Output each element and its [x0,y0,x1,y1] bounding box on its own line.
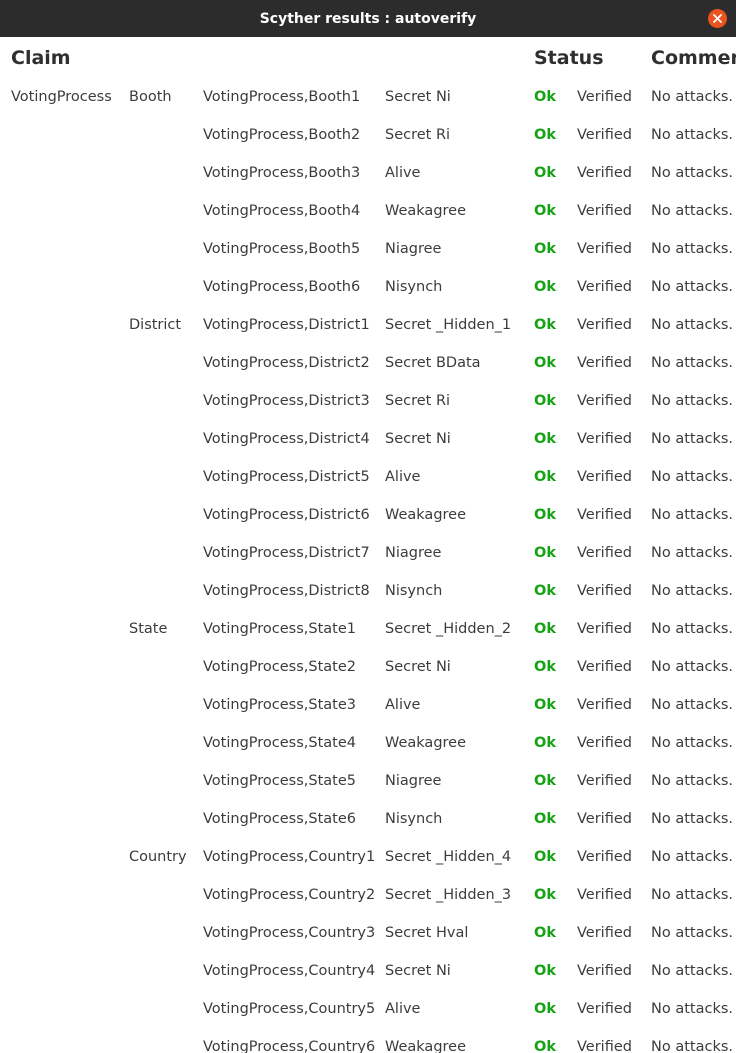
table-row[interactable]: VotingProcess,State5 Niagree Ok Verified No … [0,721,736,789]
title-bar[interactable]: Scyther results : autoverify [0,0,736,37]
table-row[interactable]: VotingProcess,State2 Secret Ni Ok Verified N… [0,607,736,675]
table-row[interactable]: VotingProcess,Booth5 Niagree Ok Verified No … [0,189,736,257]
table-row[interactable]: VotingProcess,State3 Alive Ok Verified No at… [0,645,736,713]
table-row[interactable]: VotingProcess,District2 Secret BData Ok Ver… [0,303,736,371]
table-row[interactable]: VotingProcess,Country2 Secret _Hidden_3 Ok… [0,835,736,903]
close-button[interactable] [708,9,727,28]
results-table: Claim Status Commer VotingProcess Booth Vo… [0,37,736,1053]
table-row[interactable]: VotingProcess,Country3 Secret Hval Ok Verif… [0,873,736,941]
table-row[interactable]: VotingProcess,District5 Alive Ok Verified No… [0,417,736,485]
close-icon [713,14,722,23]
table-row[interactable]: VotingProcess,Country6 Weakagree Ok Verifie… [0,987,736,1053]
table-row[interactable]: Country VotingProcess,Country1 Secret _Hid… [0,797,736,865]
table-row[interactable]: VotingProcess,State6 Nisynch Ok Verified No … [0,759,736,827]
table-row[interactable]: VotingProcess,State4 Weakagree Ok Verified N… [0,683,736,751]
table-row[interactable]: VotingProcess,Booth4 Weakagree Ok Verified N… [0,151,736,219]
results-window: Scyther results : autoverify Claim Statu… [0,0,736,1053]
verified-label: Verified [577,1039,632,1053]
table-row[interactable]: VotingProcess,Booth3 Alive Ok Verified No at… [0,113,736,181]
claim-type: Weakagree [385,1039,467,1053]
table-row[interactable]: VotingProcess,District4 Secret Ni Ok Verifi… [0,379,736,447]
table-row[interactable]: VotingProcess,District6 Weakagree Ok Verifi… [0,455,736,523]
table-row[interactable]: District VotingProcess,District1 Secret _H… [0,265,736,333]
table-row[interactable]: VotingProcess,District8 Nisynch Ok Verified… [0,531,736,599]
status-ok: Ok [534,1039,556,1053]
table-row[interactable]: VotingProcess,Booth6 Nisynch Ok Verified No … [0,227,736,295]
table-row[interactable]: VotingProcess,Booth2 Secret Ri Ok Verified N… [0,75,736,143]
table-row[interactable]: VotingProcess,District3 Secret Ri Ok Verifi… [0,341,736,409]
table-row[interactable]: VotingProcess,Country4 Secret Ni Ok Verifie… [0,911,736,979]
window-title: Scyther results : autoverify [259,10,477,27]
comment-text: No attacks. [651,1039,734,1053]
table-row[interactable]: VotingProcess,District7 Niagree Ok Verified… [0,493,736,561]
table-row[interactable]: VotingProcess,Country5 Alive Ok Verified No … [0,949,736,1017]
table-row[interactable]: VotingProcess Booth VotingProcess,Booth1 Se… [0,37,736,105]
claim-id: VotingProcess,Country6 [203,1039,376,1053]
table-row[interactable]: State VotingProcess,State1 Secret _Hidden_… [0,569,736,637]
